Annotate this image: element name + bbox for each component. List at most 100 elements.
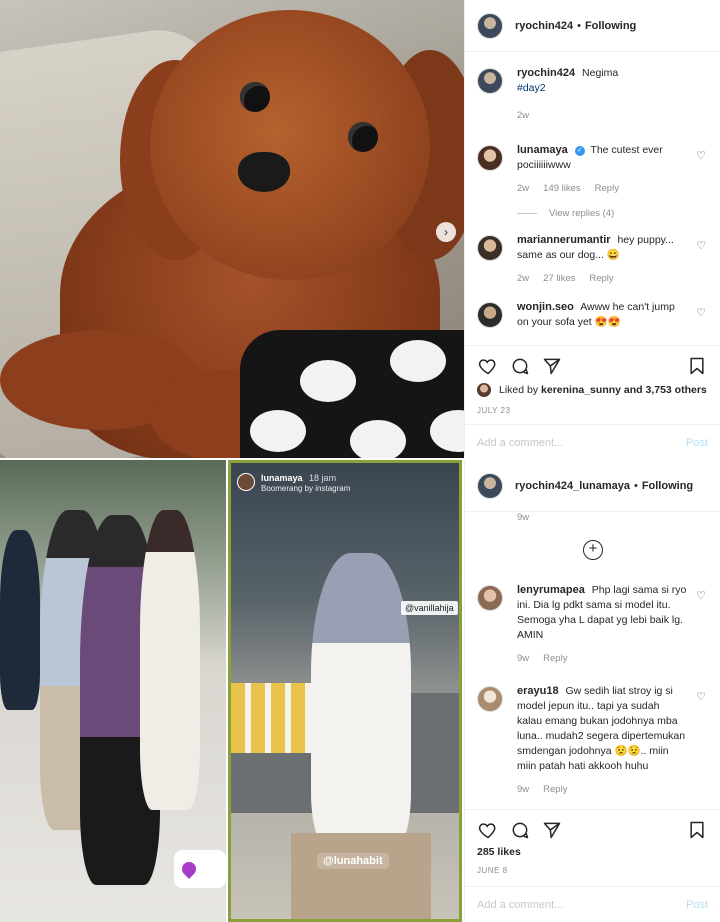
share-icon[interactable]: [541, 819, 563, 841]
dog-eye-right: [348, 122, 378, 152]
liked-by-user[interactable]: kerenina_sunny: [541, 384, 621, 396]
dog-nose: [238, 152, 290, 192]
hashtag-link[interactable]: #day2: [517, 82, 546, 94]
comment-username[interactable]: lenyrumapea: [517, 584, 585, 596]
load-more-comments-button[interactable]: +: [583, 540, 603, 560]
avatar[interactable]: [477, 302, 503, 328]
pillow-shape: [231, 683, 321, 753]
next-image-button[interactable]: ›: [436, 222, 456, 242]
add-comment-bar: Add a comment... Post: [465, 424, 720, 460]
list-item: mariannerumantir hey puppy... same as ou…: [465, 233, 720, 286]
post-sidebar-1: ryochin424 • Following ryochin424 Negima…: [464, 0, 720, 456]
following-button[interactable]: Following: [642, 480, 693, 492]
like-count[interactable]: 285 likes: [477, 846, 521, 858]
verified-badge-icon: ✓: [574, 146, 585, 156]
post-panel-2: lunamaya 18 jam Boomerang by instagram @…: [0, 460, 720, 922]
story-subtitle: Boomerang by instagram: [261, 484, 351, 493]
heart-icon[interactable]: ♡: [696, 239, 706, 252]
comment-likes[interactable]: 149 likes: [543, 181, 581, 196]
dot-separator: •: [633, 479, 638, 492]
comment-age: 9w: [517, 512, 530, 523]
heart-icon[interactable]: ♡: [696, 690, 706, 703]
comment-age: 9w: [517, 784, 530, 795]
comment-text: Gw sedih liat stroy ig si model jepun it…: [517, 685, 686, 772]
location-pin-icon: [179, 859, 199, 879]
liked-by-others[interactable]: and 3,753 others: [624, 384, 707, 396]
share-icon[interactable]: [541, 355, 563, 377]
comment-input[interactable]: Add a comment...: [477, 899, 686, 911]
liker-avatar[interactable]: [477, 383, 491, 397]
header-username[interactable]: ryochin424_lunamaya: [515, 480, 630, 492]
like-heart-icon[interactable]: [477, 355, 499, 377]
comment-username[interactable]: erayu18: [517, 685, 559, 697]
avatar[interactable]: [477, 12, 503, 39]
mention-tag[interactable]: @lunahabit: [317, 853, 389, 869]
location-sticker[interactable]: [174, 850, 226, 888]
reply-button[interactable]: Reply: [589, 271, 613, 286]
comment-icon[interactable]: [509, 819, 531, 841]
bookmark-icon[interactable]: [686, 819, 708, 841]
dog-head: [150, 10, 430, 280]
post-button[interactable]: Post: [686, 437, 708, 449]
caption-text: Negima: [582, 67, 619, 79]
person-figure: [0, 530, 40, 710]
header-username[interactable]: ryochin424: [515, 20, 573, 32]
following-button[interactable]: Following: [585, 20, 636, 32]
comment-age: 9w: [517, 653, 530, 664]
person-figure: [311, 553, 411, 853]
bookmark-icon[interactable]: [686, 355, 708, 377]
action-bar: [465, 345, 720, 385]
heart-icon[interactable]: ♡: [696, 149, 706, 162]
view-replies-label[interactable]: View replies (4): [549, 208, 614, 219]
comment-input[interactable]: Add a comment...: [477, 437, 686, 449]
story-header: lunamaya 18 jam Boomerang by instagram: [237, 473, 350, 493]
comment-icon[interactable]: [509, 355, 531, 377]
comment-username[interactable]: wonjin.seo: [517, 301, 574, 313]
post-header: ryochin424_lunamaya • Following: [465, 460, 720, 512]
list-item: lunamaya ✓ The cutest ever pociiiiiiwww …: [465, 143, 720, 196]
post-sidebar-2: ryochin424_lunamaya • Following 9w + len…: [464, 460, 720, 922]
post-button[interactable]: Post: [686, 899, 708, 911]
polka-dot-fabric: [240, 330, 464, 458]
caption-username[interactable]: ryochin424: [517, 67, 575, 79]
list-item: wonjin.seo Awww he can't jump on your so…: [465, 300, 720, 330]
avatar[interactable]: [477, 235, 503, 261]
avatar[interactable]: [477, 585, 503, 611]
like-heart-icon[interactable]: [477, 819, 499, 841]
floor-rug: [291, 833, 431, 919]
comments-list: ryochin424 Negima #day2 2w lunamaya ✓ Th…: [465, 66, 720, 344]
comment-age: 2w: [517, 183, 530, 194]
list-item: erayu18 Gw sedih liat stroy ig si model …: [465, 684, 720, 797]
liked-by: Liked by kerenina_sunny and 3,753 others: [477, 383, 707, 397]
comment-age: 2w: [517, 273, 530, 284]
person-figure: [140, 510, 200, 810]
story-username[interactable]: lunamaya: [261, 473, 303, 483]
post-header: ryochin424 • Following: [465, 0, 720, 52]
avatar[interactable]: [477, 472, 503, 499]
view-replies-button[interactable]: View replies (4): [465, 208, 720, 219]
dot-separator: •: [577, 19, 581, 32]
comment-username[interactable]: lunamaya: [517, 144, 568, 156]
comment-likes[interactable]: 27 likes: [543, 271, 575, 286]
liked-by-prefix: Liked by: [499, 384, 539, 396]
dog-eye-left: [240, 82, 270, 112]
avatar[interactable]: [477, 68, 503, 94]
story-photo-living-room[interactable]: lunamaya 18 jam Boomerang by instagram @…: [228, 460, 462, 922]
caption: ryochin424 Negima #day2 2w: [465, 66, 720, 123]
comment-username[interactable]: mariannerumantir: [517, 234, 611, 246]
mention-tag[interactable]: @vanillahija: [401, 601, 458, 615]
reply-button[interactable]: Reply: [595, 181, 619, 196]
avatar[interactable]: [237, 473, 255, 491]
heart-icon[interactable]: ♡: [696, 306, 706, 319]
avatar[interactable]: [477, 145, 503, 171]
post-photo-puppy[interactable]: ›: [0, 0, 464, 458]
caption-age: 2w: [517, 110, 530, 121]
reply-button[interactable]: Reply: [543, 782, 567, 797]
list-item: lenyrumapea Php lagi sama si ryo ini. Di…: [465, 583, 720, 666]
divider: [517, 213, 537, 214]
post-panel-1: › ryochin424 • Following ryochin424 Negi…: [0, 0, 720, 458]
avatar[interactable]: [477, 686, 503, 712]
heart-icon[interactable]: ♡: [696, 589, 706, 602]
post-photo-party[interactable]: [0, 460, 226, 922]
reply-button[interactable]: Reply: [543, 651, 567, 666]
